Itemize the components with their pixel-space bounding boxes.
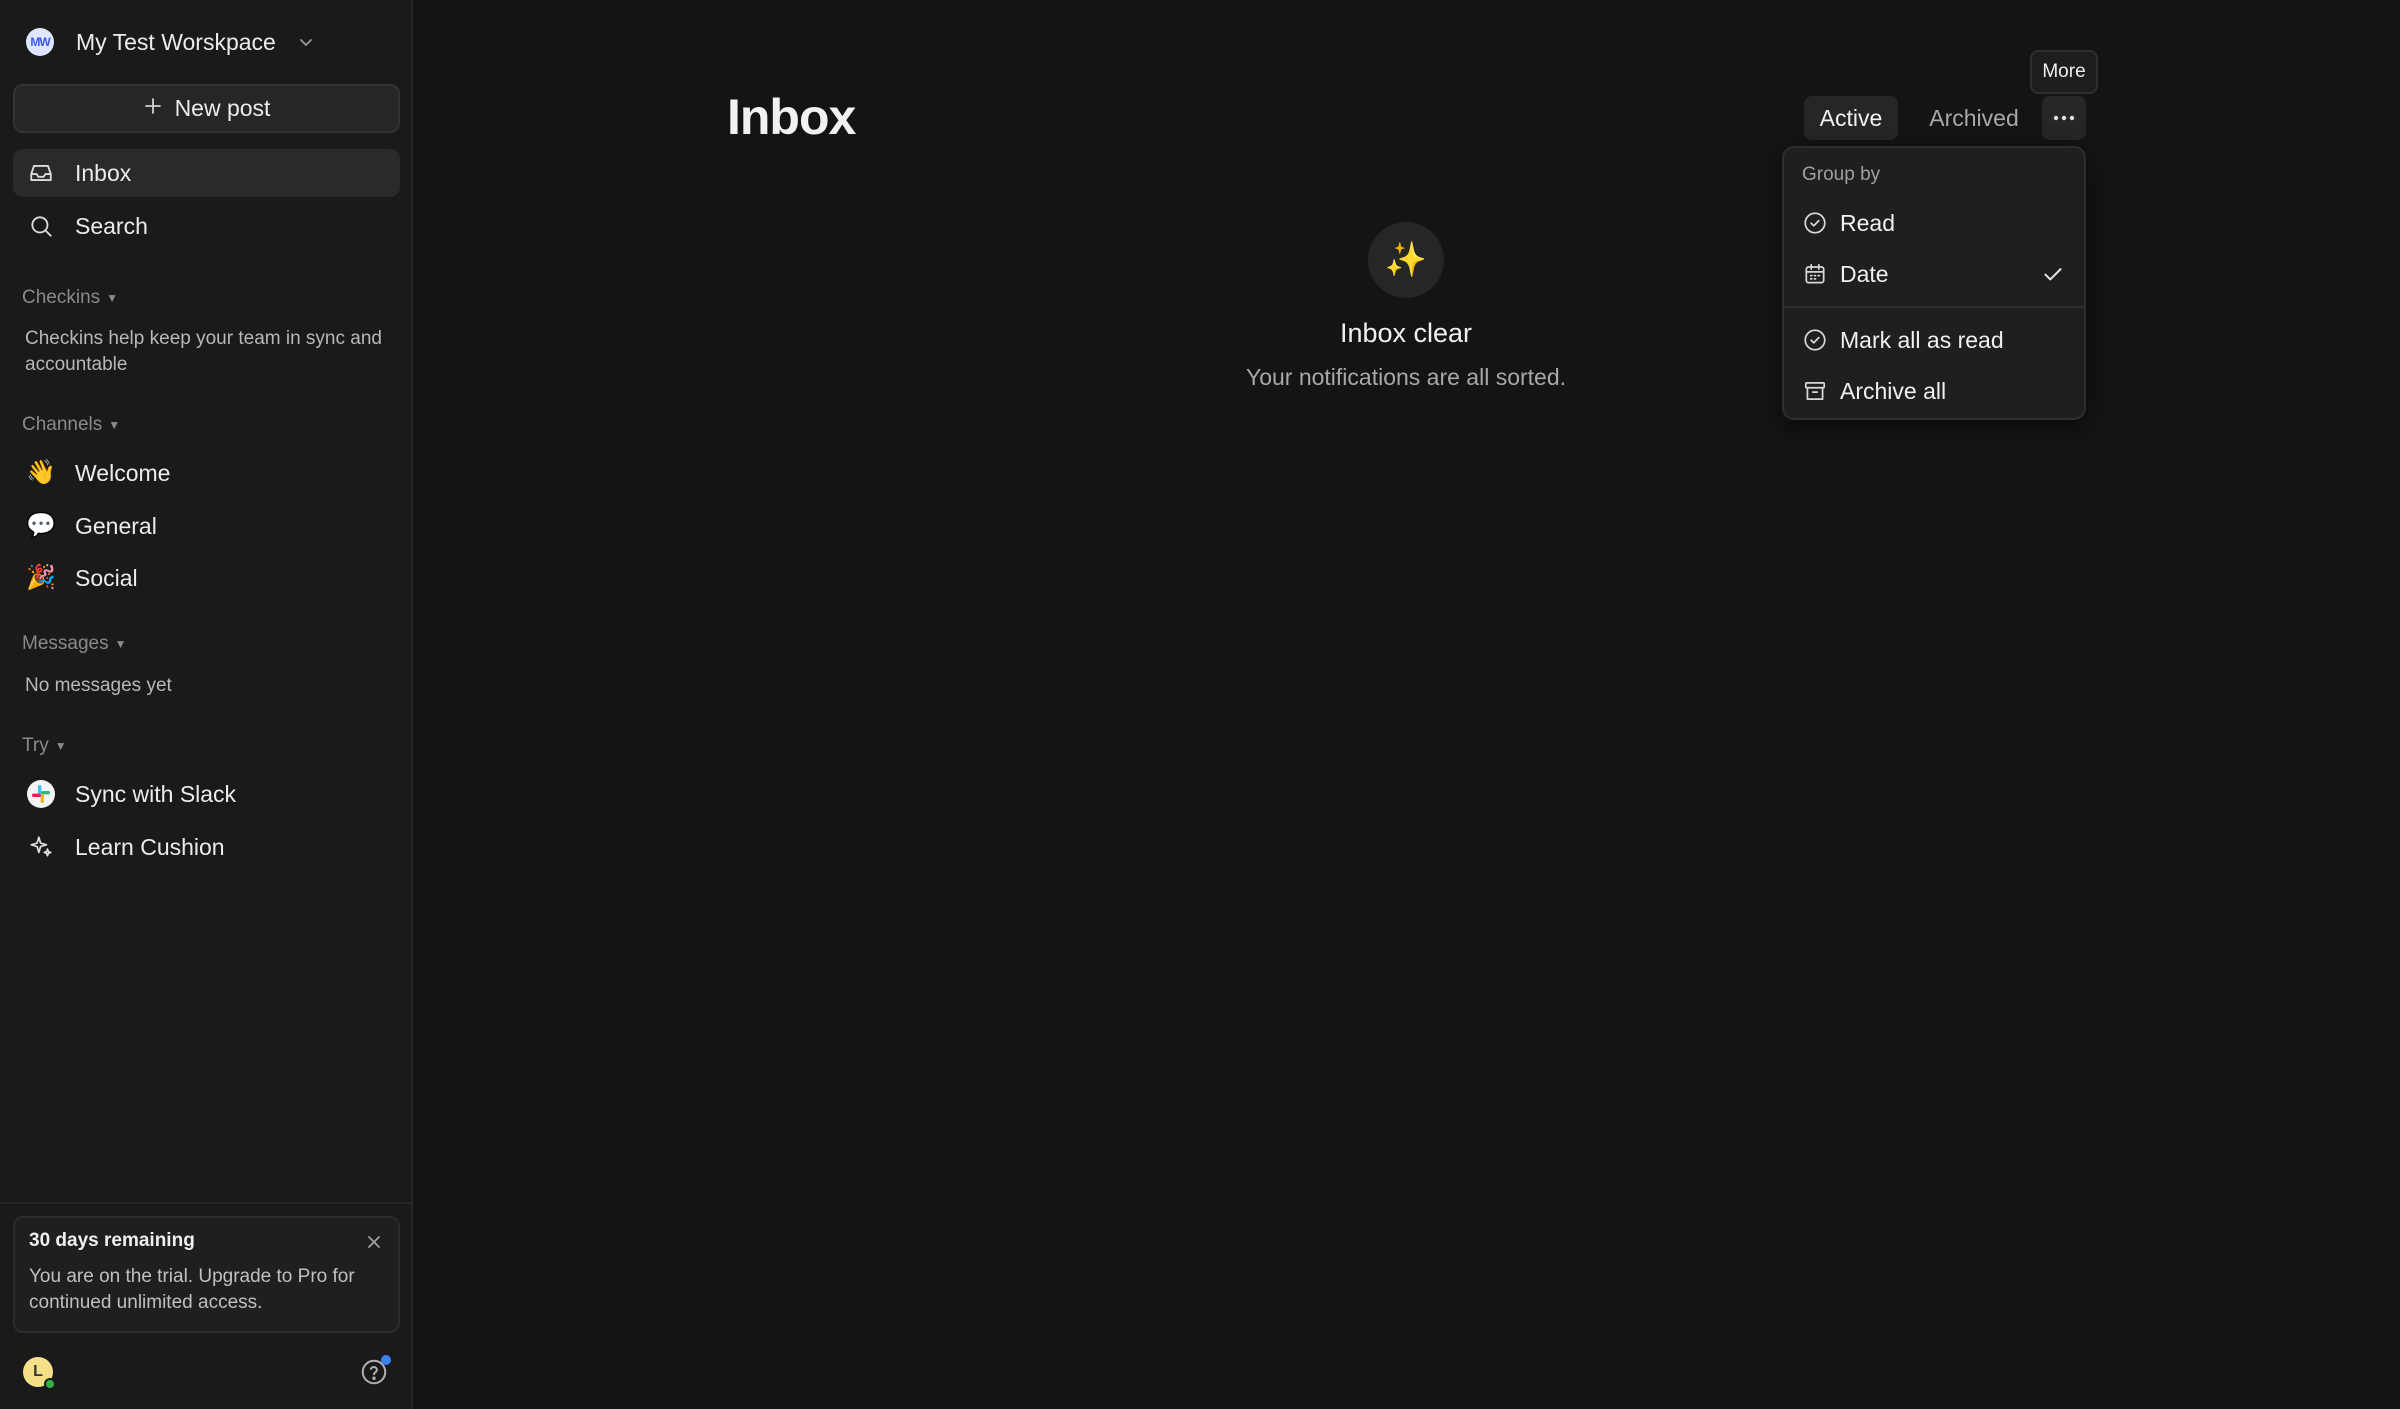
menu-item-mark-all-read[interactable]: Mark all as read	[1792, 317, 2078, 363]
section-heading: Messages	[22, 633, 109, 654]
menu-item-label: Mark all as read	[1840, 326, 2004, 353]
close-icon[interactable]	[366, 1234, 382, 1255]
menu-divider	[1784, 306, 2084, 308]
menu-item-label: Read	[1840, 209, 1895, 236]
sidebar-item-label: Social	[75, 564, 138, 591]
sidebar-item-welcome[interactable]: 👋 Welcome	[13, 449, 400, 497]
help-button[interactable]	[359, 1355, 391, 1387]
archive-icon	[1802, 378, 1828, 404]
sidebar: MW My Test Worskpace New post Inbox Sear…	[0, 0, 413, 1409]
speech-bubble-icon: 💬	[26, 512, 56, 539]
waving-hand-icon: 👋	[26, 459, 56, 486]
menu-item-label: Date	[1840, 260, 1889, 287]
empty-state-title: Inbox clear	[1339, 318, 1473, 348]
caret-down-icon: ▼	[106, 291, 119, 305]
more-dots-icon	[2053, 109, 2075, 127]
empty-state-subtitle: Your notifications are all sorted.	[1245, 364, 1567, 390]
menu-item-archive-all[interactable]: Archive all	[1792, 368, 2078, 414]
calendar-icon	[1802, 261, 1828, 287]
sidebar-item-label: Search	[75, 212, 148, 239]
sidebar-item-sync-slack[interactable]: Sync with Slack	[13, 770, 400, 818]
menu-item-group-date[interactable]: Date	[1792, 251, 2078, 297]
slack-icon	[27, 780, 55, 808]
search-icon	[27, 212, 55, 240]
workspace-switcher[interactable]: MW My Test Worskpace	[26, 26, 314, 58]
sidebar-item-social[interactable]: 🎉 Social	[13, 554, 400, 602]
caret-down-icon: ▼	[114, 637, 127, 651]
online-status-dot	[44, 1378, 56, 1390]
trial-banner: 30 days remaining You are on the trial. …	[13, 1216, 400, 1333]
section-heading: Try	[22, 735, 49, 756]
page-title: Inbox	[727, 89, 856, 145]
chevron-down-icon	[298, 34, 314, 50]
new-post-button[interactable]: New post	[13, 84, 400, 133]
workspace-name: My Test Worskpace	[76, 28, 276, 55]
try-section-toggle[interactable]: Try ▼	[22, 735, 67, 757]
sidebar-item-label: Welcome	[75, 459, 171, 486]
party-popper-icon: 🎉	[26, 564, 56, 591]
tab-active[interactable]: Active	[1804, 96, 1898, 140]
sidebar-item-inbox[interactable]: Inbox	[13, 149, 400, 197]
check-circle-icon	[1802, 327, 1828, 353]
new-post-label: New post	[174, 95, 271, 121]
check-circle-icon	[1802, 210, 1828, 236]
checkins-note: Checkins help keep your team in sync and…	[25, 328, 382, 375]
section-heading: Checkins	[22, 287, 101, 308]
caret-down-icon: ▼	[54, 739, 67, 753]
help-icon	[359, 1359, 389, 1391]
menu-item-label: Archive all	[1840, 377, 1947, 404]
more-dropdown-menu: Group by Read Date Mark all as read Arch…	[1782, 146, 2086, 420]
sparkle-icon	[27, 833, 55, 861]
menu-item-group-read[interactable]: Read	[1792, 200, 2078, 246]
messages-section-toggle[interactable]: Messages ▼	[22, 633, 127, 655]
sparkles-icon: ✨	[1368, 222, 1444, 298]
plus-icon	[143, 95, 163, 122]
channels-section-toggle[interactable]: Channels ▼	[22, 414, 120, 436]
avatar-initial: L	[33, 1363, 43, 1380]
trial-title: 30 days remaining	[29, 1230, 195, 1251]
workspace-logo: MW	[26, 28, 54, 56]
sidebar-item-general[interactable]: 💬 General	[13, 502, 400, 550]
tab-archived[interactable]: Archived	[1912, 96, 2036, 140]
sidebar-item-label: Sync with Slack	[75, 780, 237, 807]
caret-down-icon: ▼	[108, 418, 121, 432]
trial-text: You are on the trial. Upgrade to Pro for…	[29, 1266, 355, 1313]
notification-dot	[381, 1355, 391, 1365]
more-button[interactable]	[2042, 96, 2086, 140]
sidebar-item-search[interactable]: Search	[13, 202, 400, 250]
checkmark-icon	[2040, 261, 2066, 293]
sidebar-item-label: Inbox	[75, 159, 132, 186]
messages-note: No messages yet	[25, 675, 172, 696]
sidebar-divider	[0, 1202, 413, 1204]
group-by-heading: Group by	[1802, 164, 1881, 185]
inbox-icon	[27, 159, 55, 187]
checkins-section-toggle[interactable]: Checkins ▼	[22, 287, 118, 309]
sidebar-item-label: Learn Cushion	[75, 833, 225, 860]
section-heading: Channels	[22, 414, 103, 435]
sidebar-item-learn-cushion[interactable]: Learn Cushion	[13, 823, 400, 871]
more-tooltip: More	[2030, 50, 2098, 94]
avatar[interactable]: L	[23, 1357, 56, 1390]
sidebar-item-label: General	[75, 512, 157, 539]
